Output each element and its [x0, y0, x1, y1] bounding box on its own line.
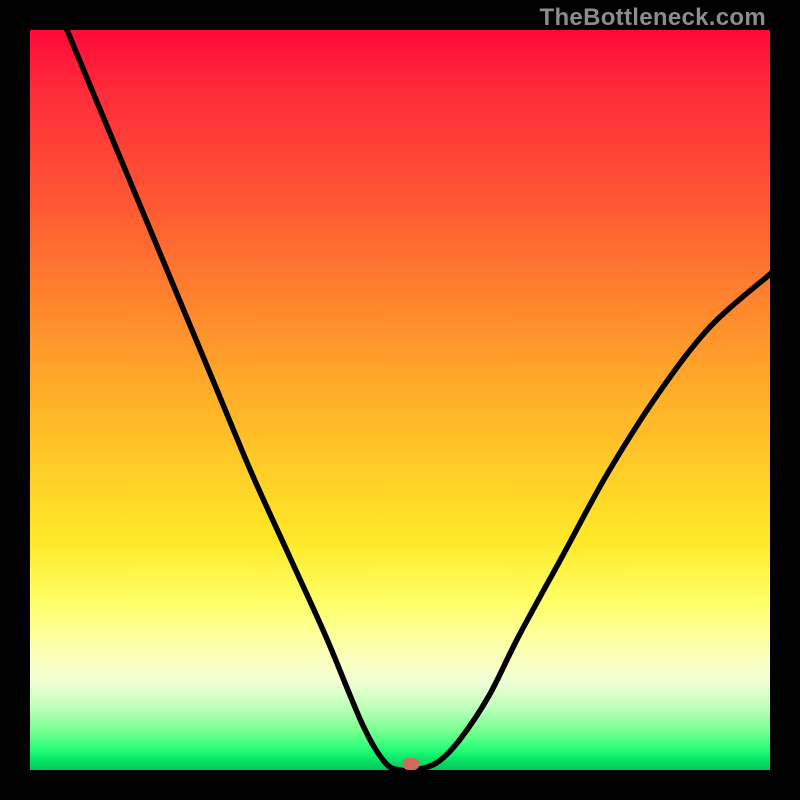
plot-area	[30, 30, 770, 770]
chart-frame: TheBottleneck.com	[0, 0, 800, 800]
bottleneck-curve	[30, 30, 770, 770]
watermark-text: TheBottleneck.com	[540, 4, 766, 32]
optimum-marker	[403, 758, 420, 770]
